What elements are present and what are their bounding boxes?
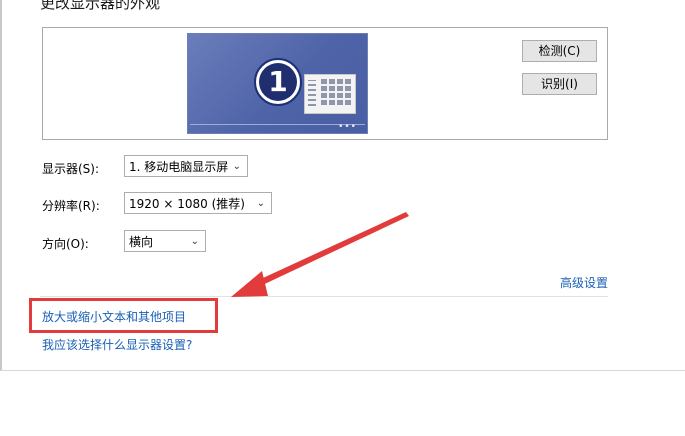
arrow-shaft <box>250 212 409 289</box>
arrow-head <box>231 271 268 297</box>
bottom-divider <box>0 370 685 371</box>
